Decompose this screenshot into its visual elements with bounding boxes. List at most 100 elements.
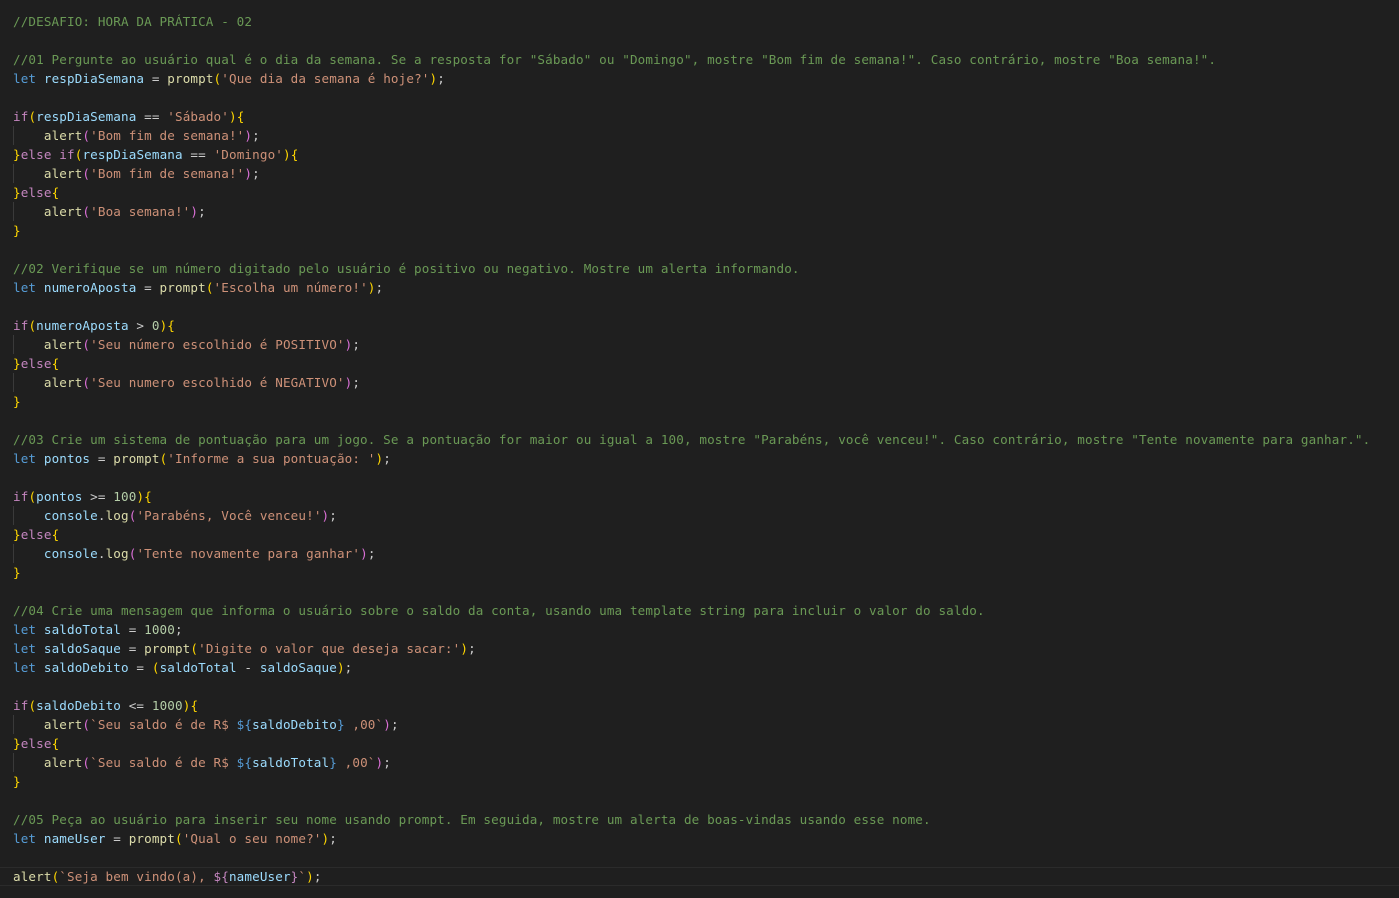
code-token-plain: . bbox=[97, 508, 106, 523]
code-token-function: log bbox=[105, 508, 129, 523]
code-line[interactable]: if(numeroAposta > 0){ bbox=[13, 316, 1399, 335]
code-token-comment: //04 Crie uma mensagem que informa o usu… bbox=[13, 603, 985, 618]
code-token-brace_gold: ) bbox=[367, 280, 376, 295]
code-line[interactable]: //04 Crie uma mensagem que informa o usu… bbox=[13, 601, 1399, 620]
code-line[interactable]: let saldoSaque = prompt('Digite o valor … bbox=[13, 639, 1399, 658]
code-line[interactable] bbox=[13, 31, 1399, 50]
code-line[interactable]: alert('Bom fim de semana!'); bbox=[13, 164, 1399, 183]
code-line[interactable] bbox=[13, 468, 1399, 487]
code-line[interactable]: let pontos = prompt('Informe a sua pontu… bbox=[13, 449, 1399, 468]
code-token-brace_purple: ) bbox=[190, 204, 199, 219]
indent-guide bbox=[13, 715, 14, 734]
code-token-brace_gold: ( bbox=[174, 831, 183, 846]
code-token-brace_gold: ( bbox=[28, 109, 37, 124]
code-token-comment: //02 Verifique se um número digitado pel… bbox=[13, 261, 800, 276]
code-line[interactable]: let saldoDebito = (saldoTotal - saldoSaq… bbox=[13, 658, 1399, 677]
code-token-control: if bbox=[59, 147, 75, 162]
code-line[interactable]: //05 Peça ao usuário para inserir seu no… bbox=[13, 810, 1399, 829]
code-token-plain: ; bbox=[352, 375, 361, 390]
code-token-brace_purple: ) bbox=[244, 166, 253, 181]
code-line[interactable]: }else{ bbox=[13, 183, 1399, 202]
code-token-variable: console bbox=[43, 508, 98, 523]
code-token-string: 'Domingo' bbox=[213, 147, 283, 162]
code-token-plain: = bbox=[120, 622, 145, 637]
code-line[interactable]: //03 Crie um sistema de pontuação para u… bbox=[13, 430, 1399, 449]
code-line[interactable]: } bbox=[13, 563, 1399, 582]
code-line[interactable]: }else{ bbox=[13, 734, 1399, 753]
code-line[interactable]: }else{ bbox=[13, 525, 1399, 544]
code-token-plain: . bbox=[97, 546, 106, 561]
code-line[interactable]: if(respDiaSemana == 'Sábado'){ bbox=[13, 107, 1399, 126]
code-line[interactable]: //02 Verifique se um número digitado pel… bbox=[13, 259, 1399, 278]
code-token-keyword: let bbox=[13, 622, 37, 637]
code-token-plain: ; bbox=[367, 546, 376, 561]
code-line[interactable]: alert(`Seu saldo é de R$ ${saldoDebito} … bbox=[13, 715, 1399, 734]
code-token-plain: ; bbox=[375, 280, 384, 295]
code-line[interactable]: } bbox=[13, 392, 1399, 411]
code-token-control: else bbox=[20, 356, 52, 371]
code-line-current[interactable]: alert(`Seja bem vindo(a), ${nameUser}`); bbox=[0, 867, 1399, 886]
code-line[interactable]: } bbox=[13, 772, 1399, 791]
code-line[interactable]: //DESAFIO: HORA DA PRÁTICA - 02 bbox=[13, 12, 1399, 31]
code-token-variable: numeroAposta bbox=[36, 318, 129, 333]
code-line[interactable]: let numeroAposta = prompt('Escolha um nú… bbox=[13, 278, 1399, 297]
code-line[interactable] bbox=[13, 791, 1399, 810]
code-line[interactable] bbox=[13, 297, 1399, 316]
code-line[interactable] bbox=[13, 240, 1399, 259]
code-line[interactable]: let nameUser = prompt('Qual o seu nome?'… bbox=[13, 829, 1399, 848]
code-line[interactable]: console.log('Parabéns, Você venceu!'); bbox=[13, 506, 1399, 525]
code-token-control: if bbox=[13, 109, 29, 124]
code-line[interactable]: let respDiaSemana = prompt('Que dia da s… bbox=[13, 69, 1399, 88]
code-token-brace_purple: ( bbox=[82, 128, 91, 143]
code-token-brace_gold: ) bbox=[306, 869, 314, 884]
code-token-plain: == bbox=[136, 109, 168, 124]
code-line[interactable]: alert('Boa semana!'); bbox=[13, 202, 1399, 221]
code-line[interactable]: alert('Seu número escolhido é POSITIVO')… bbox=[13, 335, 1399, 354]
code-token-plain: = bbox=[120, 641, 145, 656]
code-token-string: 'Tente novamente para ganhar' bbox=[136, 546, 361, 561]
code-lines[interactable]: //DESAFIO: HORA DA PRÁTICA - 02 //01 Per… bbox=[0, 12, 1399, 886]
code-line[interactable]: let saldoTotal = 1000; bbox=[13, 620, 1399, 639]
code-line[interactable] bbox=[13, 582, 1399, 601]
code-token-variable: nameUser bbox=[228, 869, 291, 884]
code-line[interactable]: //01 Pergunte ao usuário qual é o dia da… bbox=[13, 50, 1399, 69]
code-line[interactable]: }else if(respDiaSemana == 'Domingo'){ bbox=[13, 145, 1399, 164]
code-token-number: 0 bbox=[151, 318, 160, 333]
code-token-brace_gold: ) bbox=[228, 109, 237, 124]
code-line[interactable] bbox=[13, 411, 1399, 430]
code-line[interactable]: alert(`Seu saldo é de R$ ${saldoTotal} ,… bbox=[13, 753, 1399, 772]
code-line[interactable]: if(pontos >= 100){ bbox=[13, 487, 1399, 506]
code-token-brace_gold: } bbox=[13, 527, 21, 542]
code-token-brace_purple: ( bbox=[82, 204, 91, 219]
code-token-function: prompt bbox=[113, 451, 160, 466]
code-token-keyword: let bbox=[13, 660, 37, 675]
code-token-string: 'Seu número escolhido é POSITIVO' bbox=[90, 337, 345, 352]
code-line[interactable]: alert('Seu numero escolhido é NEGATIVO')… bbox=[13, 373, 1399, 392]
indent-guide bbox=[13, 126, 14, 145]
code-line[interactable]: }else{ bbox=[13, 354, 1399, 373]
code-line[interactable]: if(saldoDebito <= 1000){ bbox=[13, 696, 1399, 715]
code-token-plain: >= bbox=[82, 489, 114, 504]
code-token-function: log bbox=[105, 546, 129, 561]
code-line[interactable] bbox=[13, 848, 1399, 867]
code-token-number: 1000 bbox=[144, 622, 175, 637]
code-token-function: alert bbox=[43, 755, 83, 770]
code-editor[interactable]: //DESAFIO: HORA DA PRÁTICA - 02 //01 Per… bbox=[0, 0, 1399, 898]
code-token-brace_gold: ) bbox=[283, 147, 291, 162]
code-line[interactable]: alert('Bom fim de semana!'); bbox=[13, 126, 1399, 145]
code-line[interactable]: } bbox=[13, 221, 1399, 240]
code-token-function: prompt bbox=[144, 641, 191, 656]
code-token-plain: ; bbox=[329, 831, 337, 846]
code-token-variable: saldoTotal bbox=[252, 755, 330, 770]
code-line[interactable] bbox=[13, 88, 1399, 107]
code-token-string: 'Escolha um número!' bbox=[213, 280, 368, 295]
code-token-string: ,00` bbox=[336, 755, 376, 770]
code-token-brace_gold: } bbox=[13, 223, 21, 238]
code-line[interactable] bbox=[13, 677, 1399, 696]
code-line[interactable]: console.log('Tente novamente para ganhar… bbox=[13, 544, 1399, 563]
code-token-brace_gold: } bbox=[13, 147, 21, 162]
code-token-string: 'Bom fim de semana!' bbox=[90, 128, 245, 143]
